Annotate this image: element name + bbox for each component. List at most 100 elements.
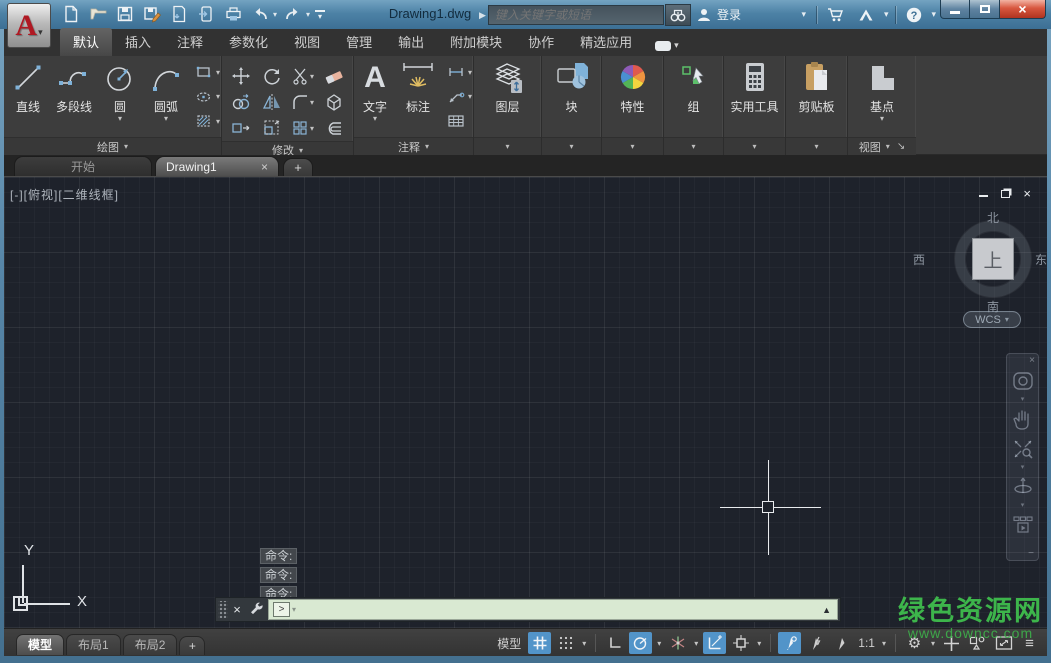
- object-snap-caret-icon[interactable]: ▾: [755, 639, 763, 648]
- isolate-objects-button[interactable]: [966, 632, 989, 654]
- isodraft-caret-icon[interactable]: ▾: [692, 639, 700, 648]
- undo-caret-icon[interactable]: ▾: [273, 10, 277, 19]
- file-tab-start[interactable]: 开始: [14, 156, 152, 176]
- line-button[interactable]: 直线: [5, 59, 51, 137]
- polar-tracking-toggle[interactable]: [629, 632, 652, 654]
- publish-button[interactable]: [195, 3, 217, 25]
- autodesk-exchange-button[interactable]: [854, 7, 878, 23]
- panel-title-view[interactable]: 视图 ▾ ↘: [848, 137, 916, 155]
- drawing-restore-icon[interactable]: [1001, 190, 1010, 198]
- command-bar-grip[interactable]: [218, 601, 228, 618]
- hatch-button[interactable]: ▾: [195, 111, 220, 131]
- mirror-button[interactable]: [257, 89, 288, 115]
- dimension-button[interactable]: 标注: [395, 59, 441, 137]
- panel-title-properties[interactable]: ▾: [602, 137, 663, 155]
- save-button[interactable]: [114, 3, 136, 25]
- fillet-button[interactable]: ▾: [288, 89, 319, 115]
- utilities-button[interactable]: 实用工具: [726, 59, 784, 137]
- leader-button[interactable]: ▾: [447, 87, 472, 107]
- zoom-button[interactable]: [1012, 434, 1034, 464]
- snap-toggle[interactable]: [554, 632, 577, 654]
- orbit-button[interactable]: [1012, 472, 1034, 502]
- print-button[interactable]: [222, 3, 244, 25]
- arc-button[interactable]: 圆弧 ▾: [143, 59, 189, 137]
- group-button[interactable]: 组: [667, 59, 721, 137]
- panel-title-layers[interactable]: ▾: [474, 137, 541, 155]
- command-bar-close-button[interactable]: ×: [228, 598, 246, 621]
- isodraft-toggle[interactable]: [666, 632, 689, 654]
- rectangle-button[interactable]: ▾: [195, 62, 220, 82]
- basepoint-button[interactable]: 基点 ▾: [852, 59, 912, 137]
- drawing-minimize-icon[interactable]: [979, 195, 988, 197]
- rotate-button[interactable]: [257, 63, 288, 89]
- ribbon-tab-featured-apps[interactable]: 精选应用: [567, 28, 645, 56]
- text-button[interactable]: A 文字 ▾: [355, 59, 395, 137]
- properties-button[interactable]: 特性: [605, 59, 661, 137]
- search-button[interactable]: [665, 4, 691, 26]
- viewcube[interactable]: 上 北 南 西 东: [945, 211, 1041, 307]
- redo-button[interactable]: [282, 3, 304, 25]
- file-tab-close-icon[interactable]: ×: [261, 160, 268, 174]
- stretch-button[interactable]: [226, 115, 257, 141]
- scale-button[interactable]: [257, 115, 288, 141]
- copy-button[interactable]: [226, 89, 257, 115]
- ribbon-tab-output[interactable]: 输出: [385, 28, 437, 56]
- ribbon-tab-parametric[interactable]: 参数化: [216, 28, 281, 56]
- save-as-button[interactable]: [141, 3, 163, 25]
- exchange-caret-icon[interactable]: ▾: [884, 9, 889, 20]
- command-input-area[interactable]: > ▾ ▲: [268, 599, 838, 620]
- panel-title-annotate[interactable]: 注释 ▾: [354, 137, 473, 155]
- explode-button[interactable]: [319, 89, 350, 115]
- erase-button[interactable]: [319, 63, 350, 89]
- move-button[interactable]: [226, 63, 257, 89]
- annotation-visibility-toggle[interactable]: [778, 632, 801, 654]
- offset-button[interactable]: [319, 115, 350, 141]
- object-snap-tracking-toggle[interactable]: [703, 632, 726, 654]
- recent-commands-button[interactable]: >: [273, 602, 290, 617]
- search-expand-icon[interactable]: ▶: [479, 10, 486, 21]
- workspace-caret-icon[interactable]: ▾: [929, 639, 937, 648]
- navbar-collapse-icon[interactable]: −: [1028, 548, 1034, 559]
- ortho-toggle[interactable]: [603, 632, 626, 654]
- app-store-button[interactable]: [823, 6, 848, 23]
- panel-title-groups[interactable]: ▾: [664, 137, 723, 155]
- clipboard-button[interactable]: 剪贴板: [788, 59, 846, 137]
- new-layout-button[interactable]: +: [179, 636, 205, 655]
- steering-wheel-button[interactable]: [1012, 366, 1034, 396]
- panel-title-draw[interactable]: 绘图 ▾: [4, 137, 221, 155]
- viewcube-east-label[interactable]: 东: [1035, 251, 1047, 268]
- drawing-canvas[interactable]: [-][俯视][二维线框] × 上 北 南 西 东 WCS ▾ × ▾ ▾ ▾: [4, 177, 1047, 628]
- annotation-scale-value[interactable]: 1:1: [858, 636, 875, 650]
- clean-screen-button[interactable]: [992, 632, 1015, 654]
- drawing-close-icon[interactable]: ×: [1023, 187, 1031, 200]
- ribbon-tab-manage[interactable]: 管理: [333, 28, 385, 56]
- layout-tab-layout2[interactable]: 布局2: [123, 634, 178, 655]
- annotation-autoscale-toggle[interactable]: [804, 632, 827, 654]
- ellipse-button[interactable]: ▾: [195, 87, 220, 107]
- search-input[interactable]: [488, 5, 664, 25]
- open-file-button[interactable]: [87, 3, 109, 25]
- zoom-caret-icon[interactable]: ▾: [1021, 464, 1025, 472]
- navbar-close-icon[interactable]: ×: [1029, 355, 1035, 366]
- annotation-monitor-button[interactable]: [940, 632, 963, 654]
- viewcube-top-face[interactable]: 上: [972, 238, 1014, 280]
- grid-toggle[interactable]: [528, 632, 551, 654]
- plot-button[interactable]: [168, 3, 190, 25]
- panel-title-utilities[interactable]: ▾: [724, 137, 785, 155]
- ribbon-tab-view[interactable]: 视图: [281, 28, 333, 56]
- layout-tab-model[interactable]: 模型: [16, 634, 64, 655]
- help-button[interactable]: ?: [902, 6, 926, 24]
- model-space-label[interactable]: 模型: [497, 635, 521, 652]
- object-snap-toggle[interactable]: [729, 632, 752, 654]
- pan-button[interactable]: [1013, 404, 1033, 434]
- panel-title-block[interactable]: ▾: [542, 137, 601, 155]
- linear-dimension-button[interactable]: ▾: [447, 62, 472, 82]
- maximize-button[interactable]: [970, 0, 1000, 19]
- undo-button[interactable]: [249, 3, 271, 25]
- ribbon-tab-insert[interactable]: 插入: [112, 28, 164, 56]
- annotation-scale-button[interactable]: [830, 632, 853, 654]
- table-button[interactable]: [447, 111, 472, 131]
- polyline-button[interactable]: 多段线: [51, 59, 97, 137]
- help-caret-icon[interactable]: ▾: [932, 9, 937, 20]
- panel-view-launcher-icon[interactable]: ↘: [897, 141, 905, 152]
